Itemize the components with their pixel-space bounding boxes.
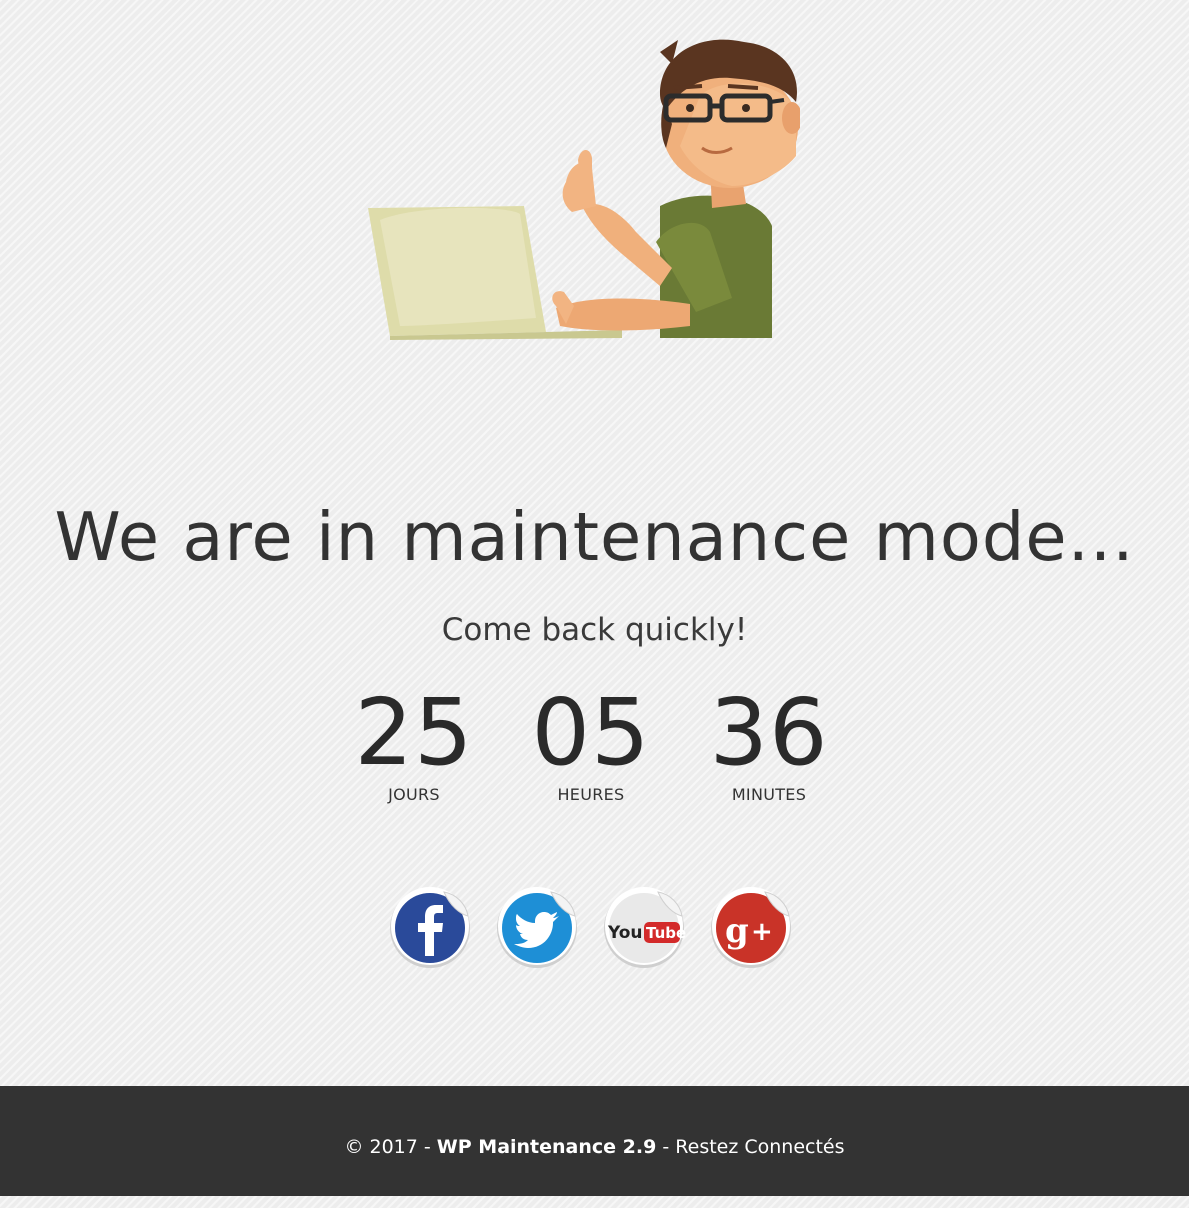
svg-text:Tube: Tube — [646, 924, 686, 942]
svg-text:You: You — [607, 923, 643, 943]
hero-illustration — [368, 39, 800, 340]
footer-separator: - — [662, 1136, 670, 1158]
hours-value: 05 — [531, 679, 651, 786]
days-value: 25 — [354, 679, 474, 786]
footer-link[interactable]: Restez Connectés — [675, 1136, 844, 1158]
countdown-minutes: 36 MINUTES — [679, 679, 859, 805]
google-plus-icon[interactable]: g + — [709, 884, 793, 968]
countdown-days: 25 JOURS — [324, 679, 504, 805]
footer-brand: WP Maintenance 2.9 — [436, 1136, 657, 1158]
page-title: We are in maintenance mode... — [54, 498, 1135, 576]
minutes-value: 36 — [709, 679, 829, 786]
countdown-hours: 05 HEURES — [501, 679, 681, 805]
facebook-icon[interactable] — [388, 884, 472, 968]
twitter-icon[interactable] — [495, 884, 579, 968]
youtube-icon[interactable]: You Tube — [602, 884, 686, 968]
days-label: JOURS — [388, 785, 440, 804]
minutes-label: MINUTES — [731, 785, 807, 804]
footer-copyright: © 2017 - — [344, 1136, 431, 1158]
svg-text:+: + — [751, 917, 773, 947]
hours-label: HEURES — [557, 785, 625, 804]
svg-text:g: g — [725, 911, 749, 951]
countdown: 25 JOURS 05 HEURES 36 MINUTES — [0, 683, 1189, 813]
page-subtitle: Come back quickly! — [441, 612, 748, 648]
footer: © 2017 - WP Maintenance 2.9 - Restez Con… — [0, 1086, 1189, 1196]
social-links: You Tube g + — [0, 884, 1189, 974]
